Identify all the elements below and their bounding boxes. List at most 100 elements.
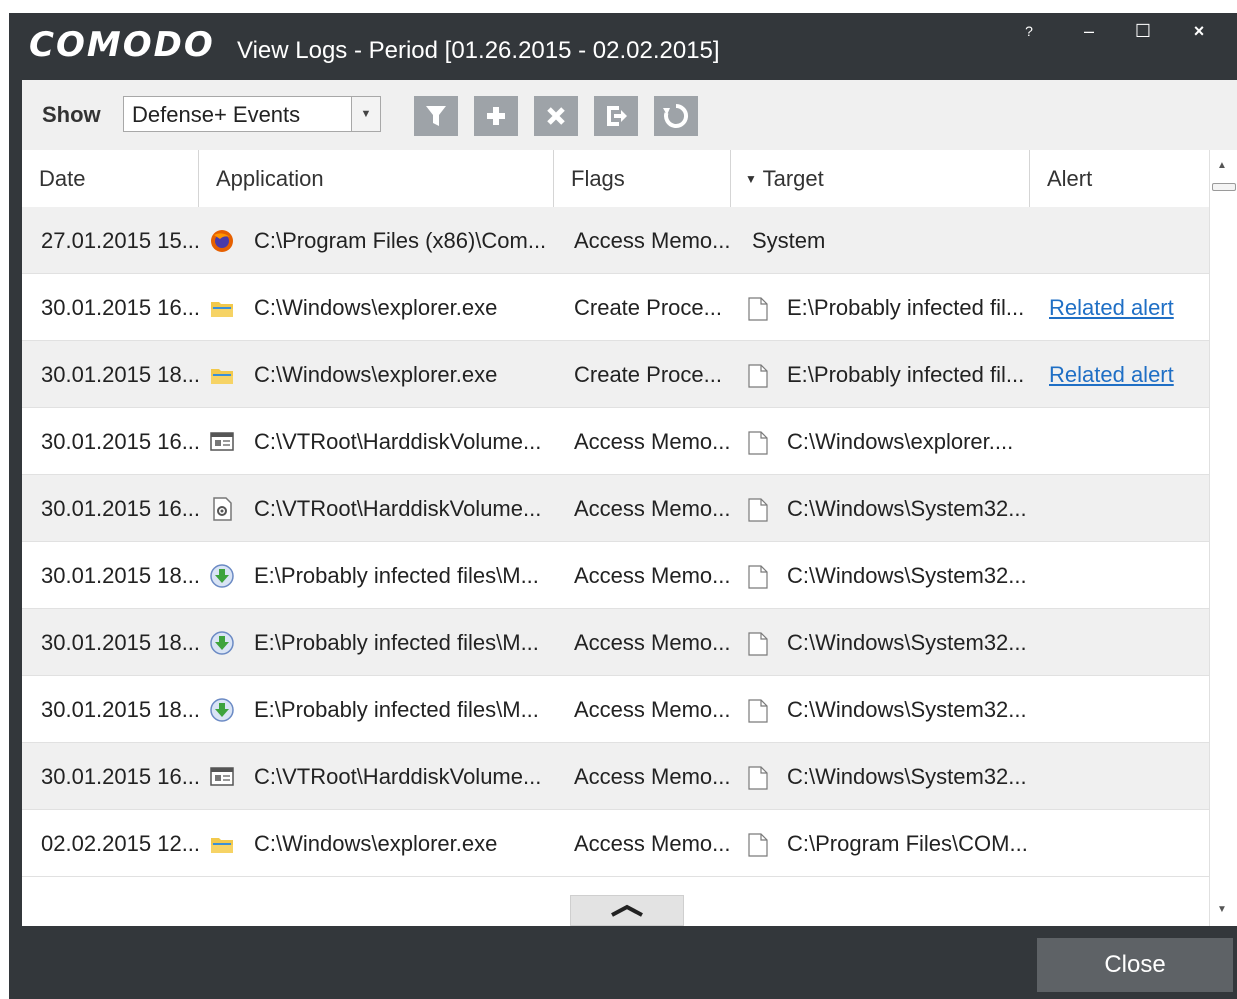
folder-icon bbox=[210, 296, 234, 320]
cell-flags: Access Memo... bbox=[574, 496, 731, 521]
window-title: View Logs - Period [01.26.2015 - 02.02.2… bbox=[237, 37, 720, 64]
folder-icon bbox=[210, 832, 234, 856]
collapse-button[interactable] bbox=[570, 895, 684, 926]
log-type-value: Defense+ Events bbox=[132, 102, 301, 127]
filter-icon bbox=[426, 106, 446, 126]
table-row[interactable]: 02.02.2015 12... C:\Windows\explorer.exe A… bbox=[22, 810, 1209, 877]
settings-file-icon bbox=[210, 497, 234, 521]
table-row[interactable]: 27.01.2015 15... C:\Program Files (x86)\C… bbox=[22, 207, 1209, 274]
column-header-target[interactable]: ▼ Target bbox=[731, 150, 1030, 207]
cell-date: 30.01.2015 18... bbox=[41, 630, 199, 655]
table-row[interactable]: 30.01.2015 16... C:\VTRoot\HarddiskVolume… bbox=[22, 408, 1209, 475]
title-bar[interactable]: COMODO View Logs - Period [01.26.2015 - … bbox=[9, 13, 1237, 80]
column-header-flags[interactable]: Flags bbox=[554, 150, 731, 207]
cell-flags: Access Memo... bbox=[574, 831, 731, 856]
window-app-icon bbox=[210, 765, 234, 789]
cell-flags: Access Memo... bbox=[574, 697, 731, 722]
cell-target: System bbox=[752, 228, 826, 253]
cell-application: C:\Windows\explorer.exe bbox=[254, 295, 498, 320]
cell-application: C:\VTRoot\HarddiskVolume... bbox=[254, 496, 542, 521]
cell-target: C:\Program Files\COM... bbox=[787, 831, 1028, 856]
cell-target: C:\Windows\System32... bbox=[787, 697, 1027, 722]
download-icon bbox=[210, 564, 234, 588]
file-icon bbox=[748, 364, 768, 388]
chevron-down-icon[interactable]: ▼ bbox=[351, 97, 380, 131]
file-icon bbox=[748, 833, 768, 857]
cell-date: 30.01.2015 18... bbox=[41, 563, 199, 588]
add-icon bbox=[487, 107, 505, 125]
vertical-scrollbar[interactable]: ▲ ▼ bbox=[1209, 150, 1237, 926]
log-type-select[interactable]: Defense+ Events ▼ bbox=[123, 96, 381, 132]
refresh-icon bbox=[663, 103, 689, 128]
file-icon bbox=[748, 498, 768, 522]
column-header-date[interactable]: Date bbox=[22, 150, 199, 207]
log-table: Date Application Flags ▼ Target Alert 27… bbox=[22, 150, 1209, 926]
firefox-icon bbox=[210, 229, 234, 253]
table-row[interactable]: 30.01.2015 18... E:\Probably infected fil… bbox=[22, 609, 1209, 676]
window-app-icon bbox=[210, 430, 234, 454]
cell-date: 02.02.2015 12... bbox=[41, 831, 199, 856]
cell-flags: Access Memo... bbox=[574, 228, 731, 253]
refresh-button[interactable] bbox=[654, 96, 698, 136]
file-icon bbox=[748, 431, 768, 455]
show-label: Show bbox=[42, 102, 101, 127]
add-button[interactable] bbox=[474, 96, 518, 136]
cell-date: 30.01.2015 16... bbox=[41, 295, 199, 320]
scroll-thumb[interactable] bbox=[1212, 183, 1236, 191]
export-button[interactable] bbox=[594, 96, 638, 136]
scroll-down-arrow[interactable]: ▼ bbox=[1217, 904, 1227, 915]
cell-application: C:\Program Files (x86)\Com... bbox=[254, 228, 547, 253]
delete-icon bbox=[547, 107, 565, 125]
cell-flags: Access Memo... bbox=[574, 630, 731, 655]
table-row[interactable]: 30.01.2015 18... C:\Windows\explorer.exe C… bbox=[22, 341, 1209, 408]
sort-descending-icon: ▼ bbox=[745, 172, 757, 186]
close-button[interactable]: Close bbox=[1037, 938, 1233, 992]
cell-date: 30.01.2015 16... bbox=[41, 496, 199, 521]
download-icon bbox=[210, 698, 234, 722]
file-icon bbox=[748, 297, 768, 321]
cell-application: E:\Probably infected files\M... bbox=[254, 630, 539, 655]
cell-flags: Create Proce... bbox=[574, 295, 722, 320]
table-row[interactable]: 30.01.2015 16... C:\VTRoot\HarddiskVolume… bbox=[22, 475, 1209, 542]
cell-date: 30.01.2015 18... bbox=[41, 697, 199, 722]
filter-button[interactable] bbox=[414, 96, 458, 136]
file-icon bbox=[748, 632, 768, 656]
view-logs-window: COMODO View Logs - Period [01.26.2015 - … bbox=[9, 13, 1237, 999]
table-row[interactable]: 30.01.2015 16... C:\Windows\explorer.exe C… bbox=[22, 274, 1209, 341]
cell-target: C:\Windows\explorer.... bbox=[787, 429, 1014, 454]
cell-flags: Access Memo... bbox=[574, 429, 731, 454]
chevron-up-icon bbox=[611, 904, 643, 917]
cell-target: C:\Windows\System32... bbox=[787, 764, 1027, 789]
cell-application: C:\VTRoot\HarddiskVolume... bbox=[254, 429, 542, 454]
export-icon bbox=[607, 106, 627, 126]
cell-target: E:\Probably infected fil... bbox=[787, 362, 1025, 387]
table-row[interactable]: 30.01.2015 18... E:\Probably infected fil… bbox=[22, 676, 1209, 743]
comodo-logo: COMODO bbox=[29, 25, 215, 65]
table-header: Date Application Flags ▼ Target Alert bbox=[22, 150, 1209, 208]
download-icon bbox=[210, 631, 234, 655]
cell-date: 30.01.2015 16... bbox=[41, 429, 199, 454]
table-row[interactable]: 30.01.2015 16... C:\VTRoot\HarddiskVolume… bbox=[22, 743, 1209, 810]
column-header-target-label: Target bbox=[762, 166, 824, 191]
delete-button[interactable] bbox=[534, 96, 578, 136]
scroll-up-arrow[interactable]: ▲ bbox=[1217, 160, 1227, 171]
help-button[interactable]: ? bbox=[1014, 23, 1044, 39]
column-header-application[interactable]: Application bbox=[199, 150, 554, 207]
file-icon bbox=[748, 699, 768, 723]
related-alert-link[interactable]: Related alert bbox=[1049, 341, 1199, 408]
cell-date: 27.01.2015 15... bbox=[41, 228, 199, 253]
cell-target: C:\Windows\System32... bbox=[787, 630, 1027, 655]
related-alert-link[interactable]: Related alert bbox=[1049, 274, 1199, 341]
folder-icon bbox=[210, 363, 234, 387]
maximize-button[interactable]: ☐ bbox=[1128, 21, 1158, 42]
cell-target: E:\Probably infected fil... bbox=[787, 295, 1025, 320]
file-icon bbox=[748, 565, 768, 589]
cell-application: C:\Windows\explorer.exe bbox=[254, 831, 498, 856]
table-row[interactable]: 30.01.2015 18... E:\Probably infected fil… bbox=[22, 542, 1209, 609]
cell-date: 30.01.2015 16... bbox=[41, 764, 199, 789]
cell-target: C:\Windows\System32... bbox=[787, 496, 1027, 521]
close-window-button[interactable]: × bbox=[1184, 21, 1214, 42]
minimize-button[interactable]: – bbox=[1074, 21, 1104, 42]
column-header-alert[interactable]: Alert bbox=[1030, 150, 1209, 207]
cell-application: C:\VTRoot\HarddiskVolume... bbox=[254, 764, 542, 789]
